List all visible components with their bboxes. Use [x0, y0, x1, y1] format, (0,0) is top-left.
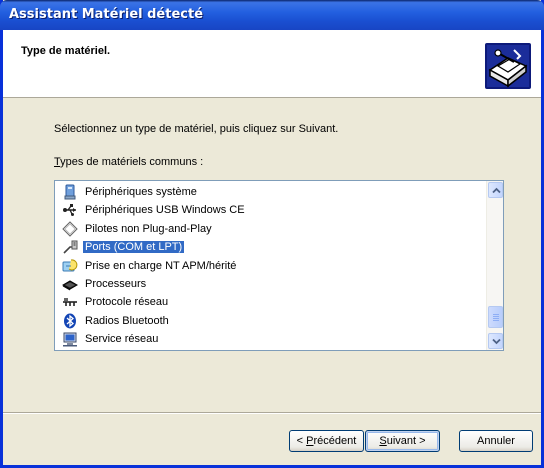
- list-item-label: Périphériques système: [85, 186, 197, 198]
- list-item[interactable]: Périphériques système: [55, 183, 481, 201]
- list-item[interactable]: Service réseau: [55, 330, 481, 348]
- scroll-up-button[interactable]: [488, 182, 503, 198]
- previous-button-accel: P: [306, 435, 314, 447]
- list-label: Types de matériels communs :: [54, 156, 203, 168]
- hardware-wizard-icon: [485, 43, 531, 89]
- list-item[interactable]: Prise en charge NT APM/hérité: [55, 257, 481, 275]
- non-pnp-driver-icon: [62, 221, 78, 237]
- port-connector-icon: [63, 240, 78, 254]
- list-item[interactable]: Ports (COM et LPT): [55, 238, 481, 256]
- list-item[interactable]: [55, 349, 481, 351]
- list-item[interactable]: Périphériques USB Windows CE: [55, 201, 481, 219]
- list-item-label: Pilotes non Plug-and-Play: [85, 222, 212, 235]
- list-item-label: Radios Bluetooth: [85, 314, 169, 327]
- chevron-down-icon: [492, 338, 501, 345]
- instruction-text: Sélectionnez un type de matériel, puis c…: [54, 123, 339, 135]
- list-item-label: Protocole réseau: [85, 296, 169, 309]
- wizard-content: Sélectionnez un type de matériel, puis c…: [3, 99, 541, 412]
- list-item-label: Processeurs: [85, 277, 147, 290]
- next-button-accel: S: [379, 435, 387, 447]
- header-title: Type de matériel.: [21, 45, 111, 57]
- previous-button-prefix: <: [296, 435, 307, 447]
- list-item[interactable]: Processeurs: [55, 275, 481, 293]
- title-bar[interactable]: Assistant Matériel détecté: [0, 0, 544, 30]
- hardware-type-list[interactable]: Périphériques système Périphériques USB W…: [54, 180, 504, 351]
- wizard-header: Type de matériel.: [3, 30, 541, 98]
- footer-separator: [3, 412, 541, 414]
- bluetooth-icon: [64, 313, 76, 329]
- list-item-label: Service réseau: [85, 333, 159, 346]
- list-item[interactable]: Radios Bluetooth: [55, 312, 481, 330]
- usb-icon: [63, 204, 76, 217]
- list-label-text: ypes de matériels communs :: [60, 156, 204, 168]
- system-devices-icon: [64, 184, 76, 200]
- apm-support-icon: [62, 259, 78, 272]
- list-item[interactable]: Pilotes non Plug-and-Play: [55, 220, 481, 238]
- list-item[interactable]: Protocole réseau: [55, 293, 481, 311]
- chevron-up-icon: [492, 187, 501, 194]
- cancel-button[interactable]: Annuler: [459, 430, 533, 452]
- next-button[interactable]: Suivant >: [365, 430, 440, 452]
- network-service-icon: [63, 332, 77, 347]
- wizard-window: Assistant Matériel détecté Type de matér…: [0, 0, 544, 468]
- scroll-down-button[interactable]: [488, 333, 503, 349]
- scroll-thumb[interactable]: [488, 306, 503, 328]
- vertical-scrollbar[interactable]: [486, 181, 503, 350]
- previous-button[interactable]: < Précédent: [289, 430, 364, 452]
- list-item-label: Prise en charge NT APM/hérité: [85, 259, 237, 272]
- network-protocol-icon: [63, 298, 77, 307]
- window-title: Assistant Matériel détecté: [9, 7, 204, 22]
- list-item-label: Ports (COM et LPT): [83, 241, 185, 254]
- list-item-label: Périphériques USB Windows CE: [85, 204, 245, 217]
- list-items: Périphériques système Périphériques USB W…: [55, 183, 481, 351]
- next-button-label: uivant >: [386, 435, 426, 447]
- partial-item-icon: [62, 350, 78, 351]
- processor-icon: [62, 280, 78, 291]
- previous-button-label: récédent: [313, 435, 357, 447]
